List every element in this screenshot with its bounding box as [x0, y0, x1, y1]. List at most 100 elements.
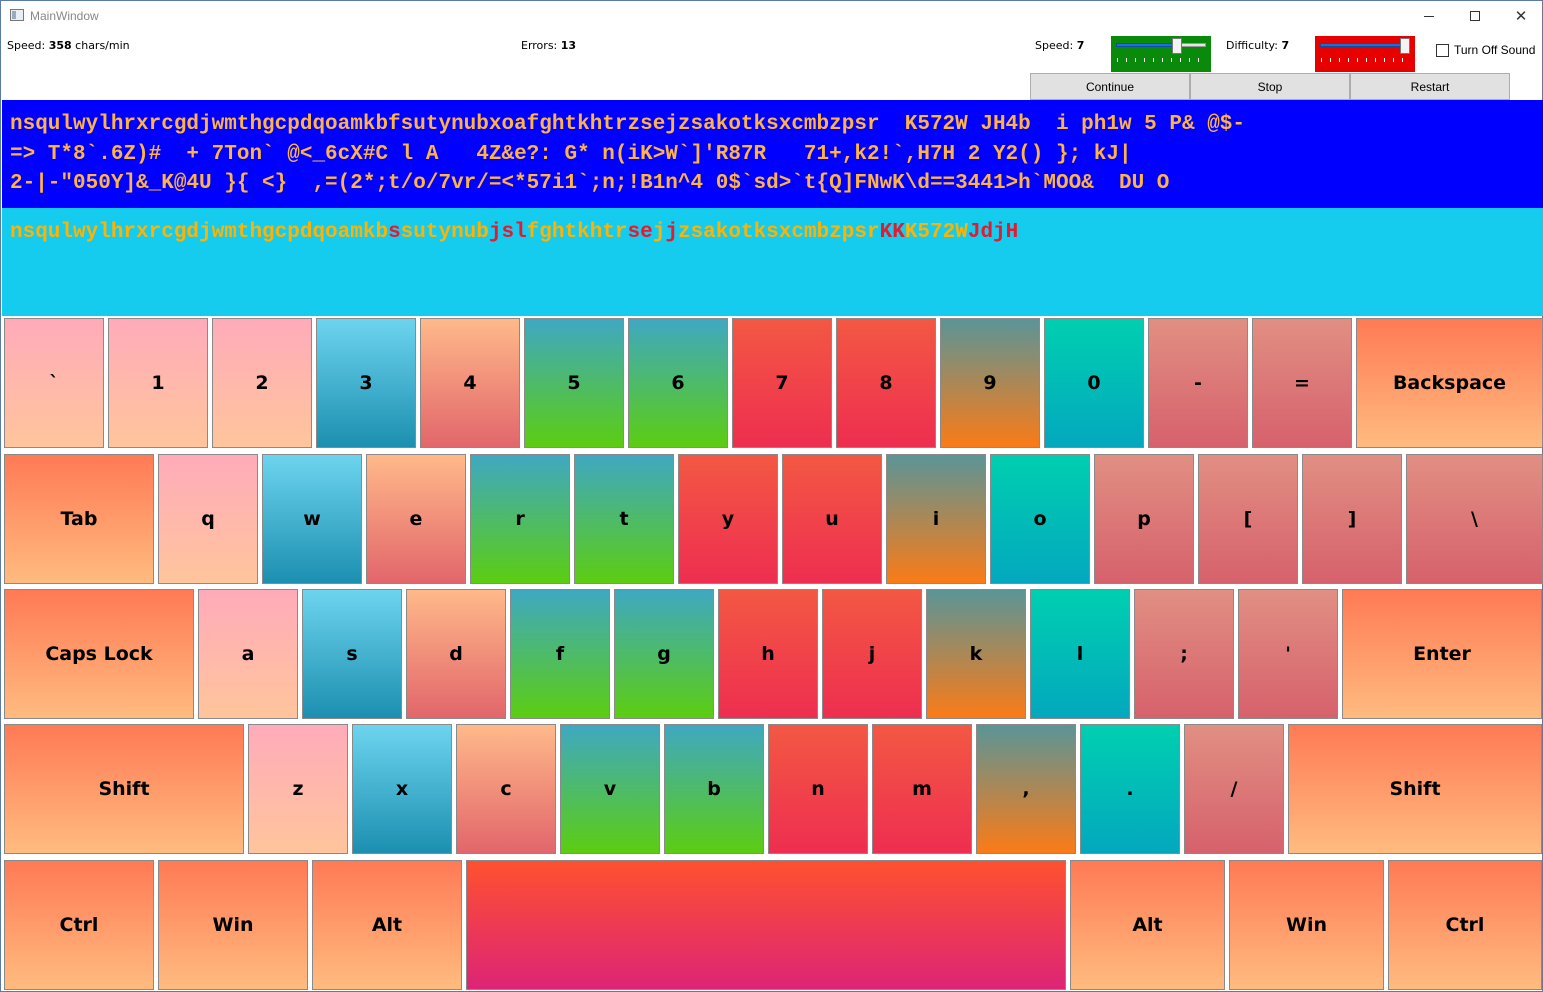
typed-correct-segment: nsqulwylhrxrcgdjwmthgcpdqoamkb: [10, 221, 389, 244]
key-w[interactable]: w: [262, 454, 362, 584]
key-q[interactable]: q: [158, 454, 258, 584]
typed-correct-segment: zsakotksxcmbzpsr: [677, 221, 880, 244]
key-d[interactable]: d: [406, 589, 506, 719]
turn-off-sound-label: Turn Off Sound: [1454, 43, 1536, 57]
key-right-ctrl[interactable]: Ctrl: [1388, 860, 1542, 990]
errors-stat: Errors: 13: [521, 39, 576, 52]
key-left-bracket[interactable]: [: [1198, 454, 1298, 584]
key-quote[interactable]: ': [1238, 589, 1338, 719]
continue-button[interactable]: Continue: [1030, 73, 1190, 100]
key-period[interactable]: .: [1080, 724, 1180, 854]
key-slash[interactable]: /: [1184, 724, 1284, 854]
key-8[interactable]: 8: [836, 318, 936, 448]
key-left-ctrl[interactable]: Ctrl: [4, 860, 154, 990]
window-title: MainWindow: [30, 9, 99, 23]
typed-error-segment: s: [388, 221, 401, 244]
maximize-button[interactable]: [1452, 1, 1498, 31]
typed-error-segment: KK: [879, 221, 905, 244]
key-j[interactable]: j: [822, 589, 922, 719]
key-5[interactable]: 5: [524, 318, 624, 448]
key-e[interactable]: e: [366, 454, 466, 584]
key-left-win[interactable]: Win: [158, 860, 308, 990]
difficulty-setting-value: 7: [1281, 39, 1290, 52]
key-r[interactable]: r: [470, 454, 570, 584]
slider-ticks: [1117, 58, 1205, 62]
key-v[interactable]: v: [560, 724, 660, 854]
speed-stat-value: 358: [48, 39, 72, 52]
key-o[interactable]: o: [990, 454, 1090, 584]
key-t[interactable]: t: [574, 454, 674, 584]
key-4[interactable]: 4: [420, 318, 520, 448]
key-p[interactable]: p: [1094, 454, 1194, 584]
difficulty-setting-label: Difficulty:: [1226, 39, 1278, 52]
key-l[interactable]: l: [1030, 589, 1130, 719]
key-f[interactable]: f: [510, 589, 610, 719]
target-text-line: => T*8`.6Z)# + 7Ton` @<_6cX#C l A 4Z&e?:…: [10, 142, 1132, 166]
turn-off-sound-checkbox[interactable]: Turn Off Sound: [1436, 43, 1535, 57]
slider-track-fill: [1320, 43, 1405, 47]
key-right-shift[interactable]: Shift: [1288, 724, 1542, 854]
key-y[interactable]: y: [678, 454, 778, 584]
key-a[interactable]: a: [198, 589, 298, 719]
speed-stat: Speed: 358 chars/min: [7, 39, 130, 52]
key-m[interactable]: m: [872, 724, 972, 854]
checkbox-box[interactable]: [1436, 43, 1449, 57]
speed-stat-label: Speed:: [7, 39, 46, 52]
target-text-panel: nsqulwylhrxrcgdjwmthgcpdqoamkbfsutynubxo…: [2, 100, 1543, 208]
key-9[interactable]: 9: [940, 318, 1040, 448]
restart-button[interactable]: Restart: [1350, 73, 1510, 100]
close-button[interactable]: ✕: [1498, 1, 1543, 31]
typed-error-segment: JdjH: [967, 221, 1019, 244]
slider-track-fill: [1116, 43, 1177, 47]
speed-slider[interactable]: [1111, 36, 1211, 72]
target-text-line: nsqulwylhrxrcgdjwmthgcpdqoamkbfsutynubxo…: [10, 113, 1246, 136]
key-z[interactable]: z: [248, 724, 348, 854]
key-0[interactable]: 0: [1044, 318, 1144, 448]
errors-stat-value: 13: [560, 39, 577, 52]
key-6[interactable]: 6: [628, 318, 728, 448]
key-backslash[interactable]: \: [1406, 454, 1543, 584]
key-b[interactable]: b: [664, 724, 764, 854]
key-h[interactable]: h: [718, 589, 818, 719]
key-right-win[interactable]: Win: [1229, 860, 1384, 990]
key-n[interactable]: n: [768, 724, 868, 854]
key-minus[interactable]: -: [1148, 318, 1248, 448]
key-space[interactable]: [466, 860, 1066, 990]
key-enter[interactable]: Enter: [1342, 589, 1542, 719]
title-bar: MainWindow ✕: [1, 1, 1542, 31]
key-comma[interactable]: ,: [976, 724, 1076, 854]
key-right-alt[interactable]: Alt: [1070, 860, 1225, 990]
key-semicolon[interactable]: ;: [1134, 589, 1234, 719]
key-equals[interactable]: =: [1252, 318, 1352, 448]
typed-text-panel[interactable]: nsqulwylhrxrcgdjwmthgcpdqoamkbssutynubjs…: [2, 208, 1543, 316]
key-caps-lock[interactable]: Caps Lock: [4, 589, 194, 719]
key-i[interactable]: i: [886, 454, 986, 584]
key-2[interactable]: 2: [212, 318, 312, 448]
difficulty-slider[interactable]: [1315, 36, 1415, 72]
typed-error-segment: jsl: [488, 221, 527, 244]
key-g[interactable]: g: [614, 589, 714, 719]
close-icon: ✕: [1514, 7, 1528, 25]
key-u[interactable]: u: [782, 454, 882, 584]
key-right-bracket[interactable]: ]: [1302, 454, 1402, 584]
key-left-shift[interactable]: Shift: [4, 724, 244, 854]
slider-thumb[interactable]: [1172, 38, 1182, 54]
typed-correct-segment: K572W: [904, 221, 968, 244]
key-x[interactable]: x: [352, 724, 452, 854]
maximize-icon: [1470, 11, 1480, 21]
key-left-alt[interactable]: Alt: [312, 860, 462, 990]
stop-button[interactable]: Stop: [1190, 73, 1350, 100]
minimize-button[interactable]: [1406, 1, 1452, 31]
key-7[interactable]: 7: [732, 318, 832, 448]
key-s[interactable]: s: [302, 589, 402, 719]
errors-stat-label: Errors:: [521, 39, 558, 52]
slider-thumb[interactable]: [1400, 38, 1410, 54]
key-c[interactable]: c: [456, 724, 556, 854]
key-tab[interactable]: Tab: [4, 454, 154, 584]
key-backtick[interactable]: `: [4, 318, 104, 448]
speed-setting: Speed: 7: [1035, 39, 1084, 52]
key-k[interactable]: k: [926, 589, 1026, 719]
key-1[interactable]: 1: [108, 318, 208, 448]
key-3[interactable]: 3: [316, 318, 416, 448]
key-backspace[interactable]: Backspace: [1356, 318, 1543, 448]
